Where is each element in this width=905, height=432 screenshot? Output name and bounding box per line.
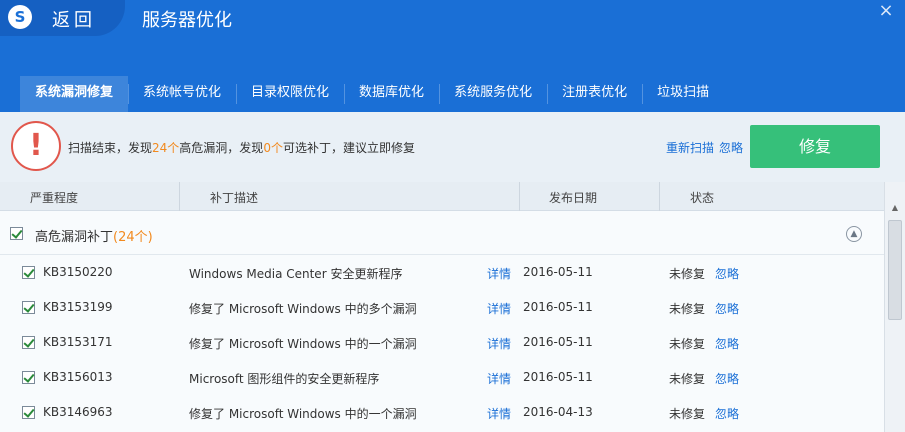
- scan-result-prefix: 扫描结束，发现: [68, 141, 153, 155]
- column-severity: 严重程度: [30, 191, 79, 205]
- vertical-scrollbar[interactable]: ▲: [884, 182, 905, 432]
- tab-service-optimize[interactable]: 系统服务优化: [439, 76, 547, 112]
- detail-link[interactable]: 详情: [487, 405, 511, 422]
- scan-result-middle: 高危漏洞，发现: [179, 141, 264, 155]
- row-checkbox[interactable]: [22, 301, 35, 314]
- alert-icon: !: [11, 121, 61, 171]
- patch-status: 未修复: [669, 302, 706, 316]
- column-description: 补丁描述: [210, 191, 259, 205]
- repair-button[interactable]: 修复: [750, 125, 880, 168]
- app-logo-icon: S: [8, 5, 32, 29]
- group-header-row: 高危漏洞补丁(24个) ▲: [0, 211, 884, 255]
- patch-description: Windows Media Center 安全更新程序: [189, 267, 403, 281]
- table-row: KB3146963 修复了 Microsoft Windows 中的一个漏洞 详…: [0, 395, 884, 430]
- collapse-chevron-up-icon[interactable]: ▲: [846, 226, 862, 242]
- patch-kb: KB3153171: [43, 335, 113, 349]
- column-divider: [179, 182, 180, 211]
- table-row: KB3150220 Windows Media Center 安全更新程序 详情…: [0, 255, 884, 290]
- scroll-up-arrow-icon[interactable]: ▲: [890, 204, 900, 212]
- row-checkbox[interactable]: [22, 371, 35, 384]
- patch-description: Microsoft 图形组件的安全更新程序: [189, 372, 380, 386]
- tab-directory-permission[interactable]: 目录权限优化: [236, 76, 344, 112]
- back-button[interactable]: S 返回: [0, 0, 125, 36]
- high-risk-count: 24个: [152, 141, 180, 155]
- patch-description: 修复了 Microsoft Windows 中的多个漏洞: [189, 302, 417, 316]
- scan-result-suffix: 可选补丁，建议立即修复: [282, 141, 415, 155]
- group-label: 高危漏洞补丁(24个): [35, 226, 153, 245]
- patch-status: 未修复: [669, 267, 706, 281]
- patch-kb: KB3153199: [43, 300, 113, 314]
- tab-vulnerability-fix[interactable]: 系统漏洞修复: [20, 76, 129, 112]
- close-icon[interactable]: ×: [877, 2, 895, 20]
- rescan-link[interactable]: 重新扫描: [666, 139, 714, 156]
- column-status: 状态: [690, 191, 715, 205]
- patch-date: 2016-04-13: [523, 405, 593, 419]
- row-checkbox[interactable]: [22, 336, 35, 349]
- row-checkbox[interactable]: [22, 266, 35, 279]
- ignore-link[interactable]: 忽略: [715, 405, 739, 422]
- patch-kb: KB3156013: [43, 370, 113, 384]
- scan-result-text: 扫描结束，发现24个高危漏洞，发现0个可选补丁，建议立即修复: [68, 139, 415, 156]
- row-checkbox[interactable]: [22, 406, 35, 419]
- patch-status: 未修复: [669, 407, 706, 421]
- patch-list: 高危漏洞补丁(24个) ▲ KB3150220 Windows Media Ce…: [0, 211, 884, 432]
- group-count: (24个): [113, 230, 153, 245]
- column-date: 发布日期: [549, 191, 598, 205]
- ignore-link[interactable]: 忽略: [715, 370, 739, 387]
- back-label[interactable]: 返回: [52, 6, 96, 32]
- patch-kb: KB3150220: [43, 265, 113, 279]
- detail-link[interactable]: 详情: [487, 370, 511, 387]
- tab-database-optimize[interactable]: 数据库优化: [344, 76, 439, 112]
- ignore-link[interactable]: 忽略: [715, 265, 739, 282]
- patch-description: 修复了 Microsoft Windows 中的一个漏洞: [189, 337, 417, 351]
- ignore-link[interactable]: 忽略: [715, 300, 739, 317]
- optional-count: 0个: [263, 141, 283, 155]
- patch-kb: KB3146963: [43, 405, 113, 419]
- tab-junk-scan[interactable]: 垃圾扫描: [642, 76, 724, 112]
- tab-bar: 系统漏洞修复 系统帐号优化 目录权限优化 数据库优化 系统服务优化 注册表优化 …: [20, 76, 724, 112]
- table-header: 严重程度 补丁描述 发布日期 状态: [0, 182, 905, 211]
- patch-status: 未修复: [669, 372, 706, 386]
- table-row: KB3153199 修复了 Microsoft Windows 中的多个漏洞 详…: [0, 290, 884, 325]
- ignore-all-link[interactable]: 忽略: [719, 139, 743, 156]
- scan-status-bar: ! 扫描结束，发现24个高危漏洞，发现0个可选补丁，建议立即修复 重新扫描 忽略…: [0, 112, 905, 182]
- patch-date: 2016-05-11: [523, 370, 593, 384]
- patch-date: 2016-05-11: [523, 265, 593, 279]
- page-title: 服务器优化: [142, 10, 232, 31]
- table-row: KB3153171 修复了 Microsoft Windows 中的一个漏洞 详…: [0, 325, 884, 360]
- patch-date: 2016-05-11: [523, 300, 593, 314]
- tab-account-optimize[interactable]: 系统帐号优化: [128, 76, 236, 112]
- group-title: 高危漏洞补丁: [35, 230, 114, 245]
- detail-link[interactable]: 详情: [487, 265, 511, 282]
- tab-registry-optimize[interactable]: 注册表优化: [547, 76, 642, 112]
- patch-date: 2016-05-11: [523, 335, 593, 349]
- patch-status: 未修复: [669, 337, 706, 351]
- scroll-thumb[interactable]: [888, 220, 902, 320]
- detail-link[interactable]: 详情: [487, 335, 511, 352]
- detail-link[interactable]: 详情: [487, 300, 511, 317]
- patch-description: 修复了 Microsoft Windows 中的一个漏洞: [189, 407, 417, 421]
- table-row: KB3156013 Microsoft 图形组件的安全更新程序 详情 2016-…: [0, 360, 884, 395]
- column-divider: [659, 182, 660, 211]
- ignore-link[interactable]: 忽略: [715, 335, 739, 352]
- group-checkbox[interactable]: [10, 227, 23, 240]
- title-bar: S 返回 服务器优化 × 系统漏洞修复 系统帐号优化 目录权限优化 数据库优化 …: [0, 0, 905, 112]
- column-divider: [519, 182, 520, 211]
